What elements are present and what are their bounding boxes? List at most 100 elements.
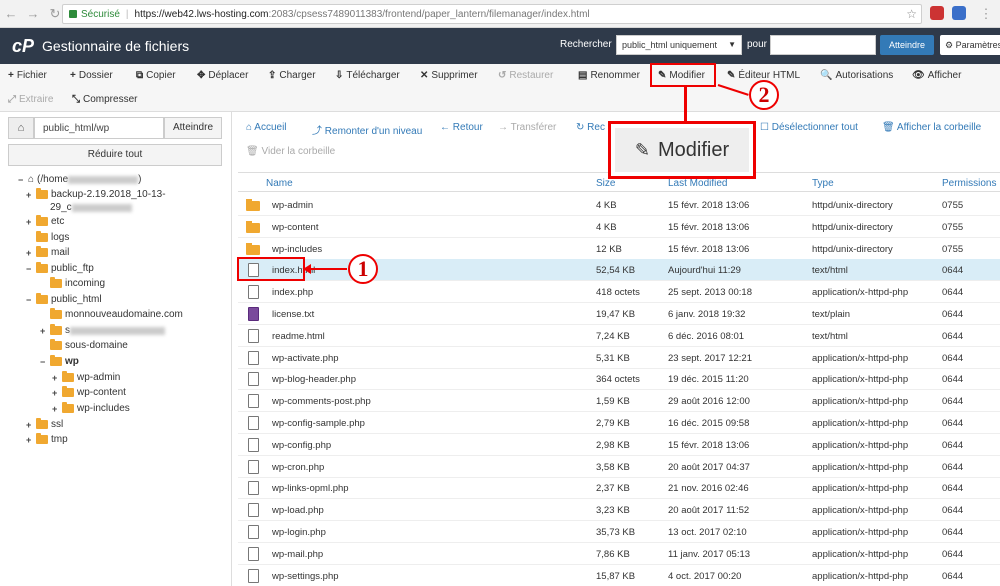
- show-trash-button[interactable]: 🗑 Afficher la corbeille: [882, 122, 981, 133]
- reload-button[interactable]: ↻ Rec: [576, 122, 605, 133]
- home-icon[interactable]: ⌂: [8, 117, 34, 139]
- download-icon: ⇩: [335, 70, 344, 81]
- table-row[interactable]: wp-activate.php 5,31 KB 23 sept. 2017 12:2…: [238, 347, 1000, 369]
- folder-icon: [36, 215, 48, 226]
- column-size[interactable]: Size: [596, 178, 615, 189]
- file-name: wp-config-sample.php: [272, 418, 365, 429]
- file-icon: [248, 285, 259, 300]
- address-bar[interactable]: Sécurisé | https://web42.lws-hosting.com…: [62, 4, 922, 24]
- tree-item-wp-includes[interactable]: + wp-includes: [52, 402, 130, 414]
- file-permissions: 0644: [942, 461, 964, 473]
- tree-item-home[interactable]: − ⌂ (/home): [18, 174, 142, 185]
- table-row[interactable]: wp-comments-post.php 1,59 KB 29 août 2016 …: [238, 390, 1000, 413]
- compress-button[interactable]: ⤡ Compresser: [72, 94, 137, 105]
- table-row[interactable]: wp-config.php 2,98 KB 15 févr. 2018 13:06 a…: [238, 434, 1000, 456]
- table-row[interactable]: readme.html 7,24 KB 6 déc. 2016 08:01 text/…: [238, 325, 1000, 347]
- copy-button[interactable]: ⧉ Copier: [136, 70, 176, 81]
- file-modified: 11 janv. 2017 05:13: [668, 548, 751, 560]
- folder-icon: [62, 402, 74, 413]
- browser-bar: ← → ↻ Sécurisé | https://web42.lws-hosti…: [0, 0, 1000, 28]
- column-name[interactable]: Name: [266, 178, 293, 189]
- tree-item-wp-content[interactable]: + wp-content: [52, 386, 126, 398]
- restore-button[interactable]: ↺ Restaurer: [498, 70, 553, 81]
- tree-item-blurred[interactable]: + s: [40, 324, 165, 336]
- table-row[interactable]: wp-mail.php 7,86 KB 11 janv. 2017 05:13 app…: [238, 543, 1000, 565]
- file-icon: [248, 372, 259, 387]
- file-modified: 15 févr. 2018 13:06: [668, 243, 750, 255]
- extension-icon[interactable]: [952, 6, 966, 20]
- menu-icon[interactable]: ⋮: [975, 6, 997, 22]
- star-icon[interactable]: ☆: [906, 7, 917, 21]
- new-file-button[interactable]: + Fichier: [8, 70, 47, 81]
- table-row[interactable]: wp-settings.php 15,87 KB 4 oct. 2017 00:20…: [238, 565, 1000, 586]
- tree-item-incoming[interactable]: incoming: [40, 277, 105, 289]
- file-modified: 23 sept. 2017 12:21: [668, 352, 752, 364]
- tree-item-sous-domaine[interactable]: sous-domaine: [40, 339, 128, 351]
- extract-button[interactable]: ⤢ Extraire: [8, 94, 53, 105]
- settings-button[interactable]: ⚙ Paramètres: [940, 35, 1000, 55]
- move-button[interactable]: ✥ Déplacer: [197, 70, 248, 81]
- forward-button[interactable]: → Transférer: [498, 122, 556, 133]
- table-row[interactable]: wp-login.php 35,73 KB 13 oct. 2017 02:10 ap…: [238, 521, 1000, 543]
- file-type: application/x-httpd-php: [812, 352, 909, 364]
- forward-arrow-icon[interactable]: →: [22, 6, 44, 21]
- column-permissions[interactable]: Permissions: [942, 178, 996, 189]
- search-input[interactable]: [770, 35, 876, 55]
- tree-item-logs[interactable]: logs: [26, 231, 69, 243]
- chevron-down-icon: ▼: [728, 40, 736, 49]
- file-icon: [248, 525, 259, 539]
- folder-icon: [36, 246, 48, 257]
- lock-icon: [69, 10, 77, 18]
- new-folder-button[interactable]: + Dossier: [70, 70, 113, 81]
- table-row[interactable]: index.php 418 octets 25 sept. 2013 00:18 ap…: [238, 281, 1000, 304]
- deselect-all-button[interactable]: ☐ Désélectionner tout: [760, 122, 858, 133]
- rename-icon: ▤: [578, 70, 588, 81]
- tree-item-public-ftp[interactable]: − public_ftp: [26, 262, 94, 274]
- extension-icon[interactable]: [930, 6, 944, 20]
- table-row[interactable]: wp-includes 12 KB 15 févr. 2018 13:06 httpd…: [238, 238, 1000, 260]
- upload-button[interactable]: ⇪ Charger: [268, 70, 316, 81]
- table-row[interactable]: wp-load.php 3,23 KB 20 août 2017 11:52 appl…: [238, 499, 1000, 522]
- back-button[interactable]: ← Retour: [440, 122, 483, 133]
- collapse-all-button[interactable]: Réduire tout: [8, 144, 222, 166]
- back-arrow-icon[interactable]: ←: [0, 6, 22, 21]
- download-button[interactable]: ⇩ Télécharger: [335, 70, 400, 81]
- table-row[interactable]: license.txt 19,47 KB 6 janv. 2018 19:32 tex…: [238, 303, 1000, 325]
- folder-icon: [50, 339, 62, 350]
- tree-item-wp[interactable]: − wp: [40, 355, 79, 367]
- path-go-button[interactable]: Atteindre: [164, 117, 222, 139]
- file-permissions: 0644: [942, 527, 964, 538]
- empty-trash-button[interactable]: 🗑 Vider la corbeille: [246, 146, 335, 157]
- permissions-button[interactable]: 🔍 Autorisations: [820, 70, 893, 81]
- search-scope-select[interactable]: public_html uniquement ▼: [616, 35, 742, 55]
- table-row[interactable]: wp-cron.php 3,58 KB 20 août 2017 04:37 appl…: [238, 456, 1000, 478]
- column-type[interactable]: Type: [812, 178, 834, 189]
- file-size: 35,73 KB: [596, 527, 636, 538]
- column-modified[interactable]: Last Modified: [668, 178, 727, 189]
- tree-item-domain[interactable]: monnouveaudomaine.com: [40, 308, 183, 320]
- path-input[interactable]: public_html/wp: [34, 117, 164, 139]
- file-permissions: 0644: [942, 396, 964, 408]
- up-level-button[interactable]: ⤴ Remonter d'un niveau: [312, 122, 422, 137]
- table-row[interactable]: wp-links-opml.php 2,37 KB 21 nov. 2016 02:…: [238, 477, 1000, 500]
- search-go-button[interactable]: Atteindre: [880, 35, 934, 55]
- table-row[interactable]: wp-admin 4 KB 15 févr. 2018 13:06 httpd/uni…: [238, 194, 1000, 216]
- tree-item-tmp[interactable]: + tmp: [26, 433, 68, 445]
- tree-item-mail[interactable]: + mail: [26, 246, 69, 258]
- tree-item-backup[interactable]: + backup-2.19.2018_10-13-: [26, 188, 166, 200]
- table-row[interactable]: wp-config-sample.php 2,79 KB 16 déc. 2015 …: [238, 412, 1000, 434]
- file-modified: 16 déc. 2015 09:58: [668, 418, 750, 429]
- home-button[interactable]: ⌂ Accueil: [246, 122, 287, 133]
- tree-item-etc[interactable]: + etc: [26, 215, 64, 227]
- table-row[interactable]: wp-content 4 KB 15 févr. 2018 13:06 httpd/u…: [238, 216, 1000, 238]
- table-row[interactable]: wp-blog-header.php 364 octets 19 déc. 2015…: [238, 368, 1000, 391]
- tree-item-wp-admin[interactable]: + wp-admin: [52, 371, 120, 383]
- view-button[interactable]: 👁 Afficher: [912, 70, 961, 81]
- tree-item-public-html[interactable]: − public_html: [26, 293, 102, 305]
- delete-button[interactable]: ✕ Supprimer: [420, 70, 478, 81]
- rename-button[interactable]: ▤ Renommer: [578, 70, 640, 81]
- tree-item-ssl[interactable]: + ssl: [26, 418, 63, 430]
- square-icon: ☐: [760, 122, 772, 133]
- file-icon: [248, 328, 259, 343]
- folder-icon: [36, 231, 48, 242]
